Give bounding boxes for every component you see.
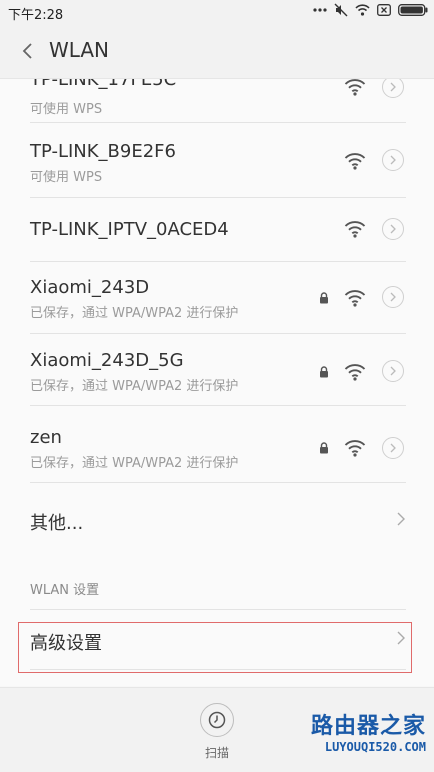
wifi-ssid: Xiaomi_243D <box>30 277 150 298</box>
wifi-ssid: TP-LINK_17FE5C <box>30 79 177 90</box>
chevron-right-icon <box>390 82 396 92</box>
more-dots-icon <box>313 8 327 12</box>
section-header: WLAN 设置 <box>30 583 100 598</box>
watermark-url: LUYOUQI520.COM <box>324 740 426 754</box>
lock-icon <box>320 366 328 378</box>
chevron-left-icon <box>22 43 32 59</box>
wifi-status-icon <box>355 4 370 16</box>
mute-icon <box>334 3 348 17</box>
scan-button[interactable] <box>200 703 234 737</box>
chevron-right-icon <box>390 443 396 453</box>
wifi-detail-button[interactable] <box>382 149 404 171</box>
wifi-signal-icon <box>344 79 366 96</box>
wifi-network-row[interactable]: TP-LINK_B9E2F6 可使用 WPS <box>0 123 434 198</box>
wifi-network-row[interactable]: zen 已保存，通过 WPA/WPA2 进行保护 <box>0 406 434 483</box>
wifi-subtitle: 已保存，通过 WPA/WPA2 进行保护 <box>30 456 239 471</box>
wifi-ssid: TP-LINK_B9E2F6 <box>30 141 176 162</box>
wifi-signal-icon <box>344 153 366 170</box>
wifi-network-row[interactable]: TP-LINK_IPTV_0ACED4 <box>0 198 434 262</box>
wifi-subtitle: 可使用 WPS <box>30 102 103 117</box>
lock-icon <box>320 292 328 304</box>
header: WLAN <box>0 24 434 79</box>
wifi-detail-button[interactable] <box>382 218 404 240</box>
other-networks-label: 其他... <box>30 513 84 534</box>
wifi-ssid: Xiaomi_243D_5G <box>30 350 184 371</box>
chevron-right-icon <box>390 155 396 165</box>
wifi-detail-button[interactable] <box>382 286 404 308</box>
wifi-subtitle: 已保存，通过 WPA/WPA2 进行保护 <box>30 379 239 394</box>
wifi-subtitle: 已保存，通过 WPA/WPA2 进行保护 <box>30 306 239 321</box>
divider <box>30 669 406 670</box>
wifi-list[interactable]: TP-LINK_17FE5C 可使用 WPS TP-LINK_B9E2F6 可使… <box>0 79 434 686</box>
clock-icon <box>208 711 226 729</box>
status-bar: 下午2:28 <box>0 0 434 24</box>
wifi-signal-icon <box>344 290 366 307</box>
wifi-detail-button[interactable] <box>382 360 404 382</box>
chevron-right-icon <box>390 366 396 376</box>
wifi-subtitle: 可使用 WPS <box>30 170 103 185</box>
battery-icon <box>398 4 428 16</box>
scan-label: 扫描 <box>205 746 230 760</box>
wifi-signal-icon <box>344 364 366 381</box>
wifi-network-row[interactable]: Xiaomi_243D_5G 已保存，通过 WPA/WPA2 进行保护 <box>0 334 434 406</box>
chevron-right-icon <box>397 512 405 526</box>
lock-icon <box>320 442 328 454</box>
bottom-bar: 扫描 路由器之家 LUYOUQI520.COM <box>0 687 434 772</box>
chevron-right-icon <box>390 292 396 302</box>
status-icons <box>313 3 428 17</box>
page-title: WLAN <box>49 38 110 62</box>
other-networks-row[interactable]: 其他... <box>0 483 434 556</box>
wifi-signal-icon <box>344 440 366 457</box>
chevron-right-icon <box>390 224 396 234</box>
chevron-right-icon <box>397 631 405 645</box>
advanced-settings-label: 高级设置 <box>30 633 102 654</box>
watermark: 路由器之家 LUYOUQI520.COM <box>311 708 426 754</box>
status-time: 下午2:28 <box>8 8 64 23</box>
wifi-network-row[interactable]: TP-LINK_17FE5C 可使用 WPS <box>0 79 434 123</box>
sim-x-icon <box>377 4 391 16</box>
wifi-detail-button[interactable] <box>382 437 404 459</box>
advanced-settings-row[interactable]: 高级设置 <box>0 619 434 675</box>
wifi-ssid: zen <box>30 427 62 448</box>
wifi-ssid: TP-LINK_IPTV_0ACED4 <box>30 219 229 240</box>
divider <box>30 609 406 610</box>
wifi-network-row[interactable]: Xiaomi_243D 已保存，通过 WPA/WPA2 进行保护 <box>0 262 434 334</box>
wifi-signal-icon <box>344 221 366 238</box>
back-button[interactable] <box>18 38 40 64</box>
wifi-detail-button[interactable] <box>382 79 404 98</box>
watermark-title: 路由器之家 <box>310 714 426 739</box>
